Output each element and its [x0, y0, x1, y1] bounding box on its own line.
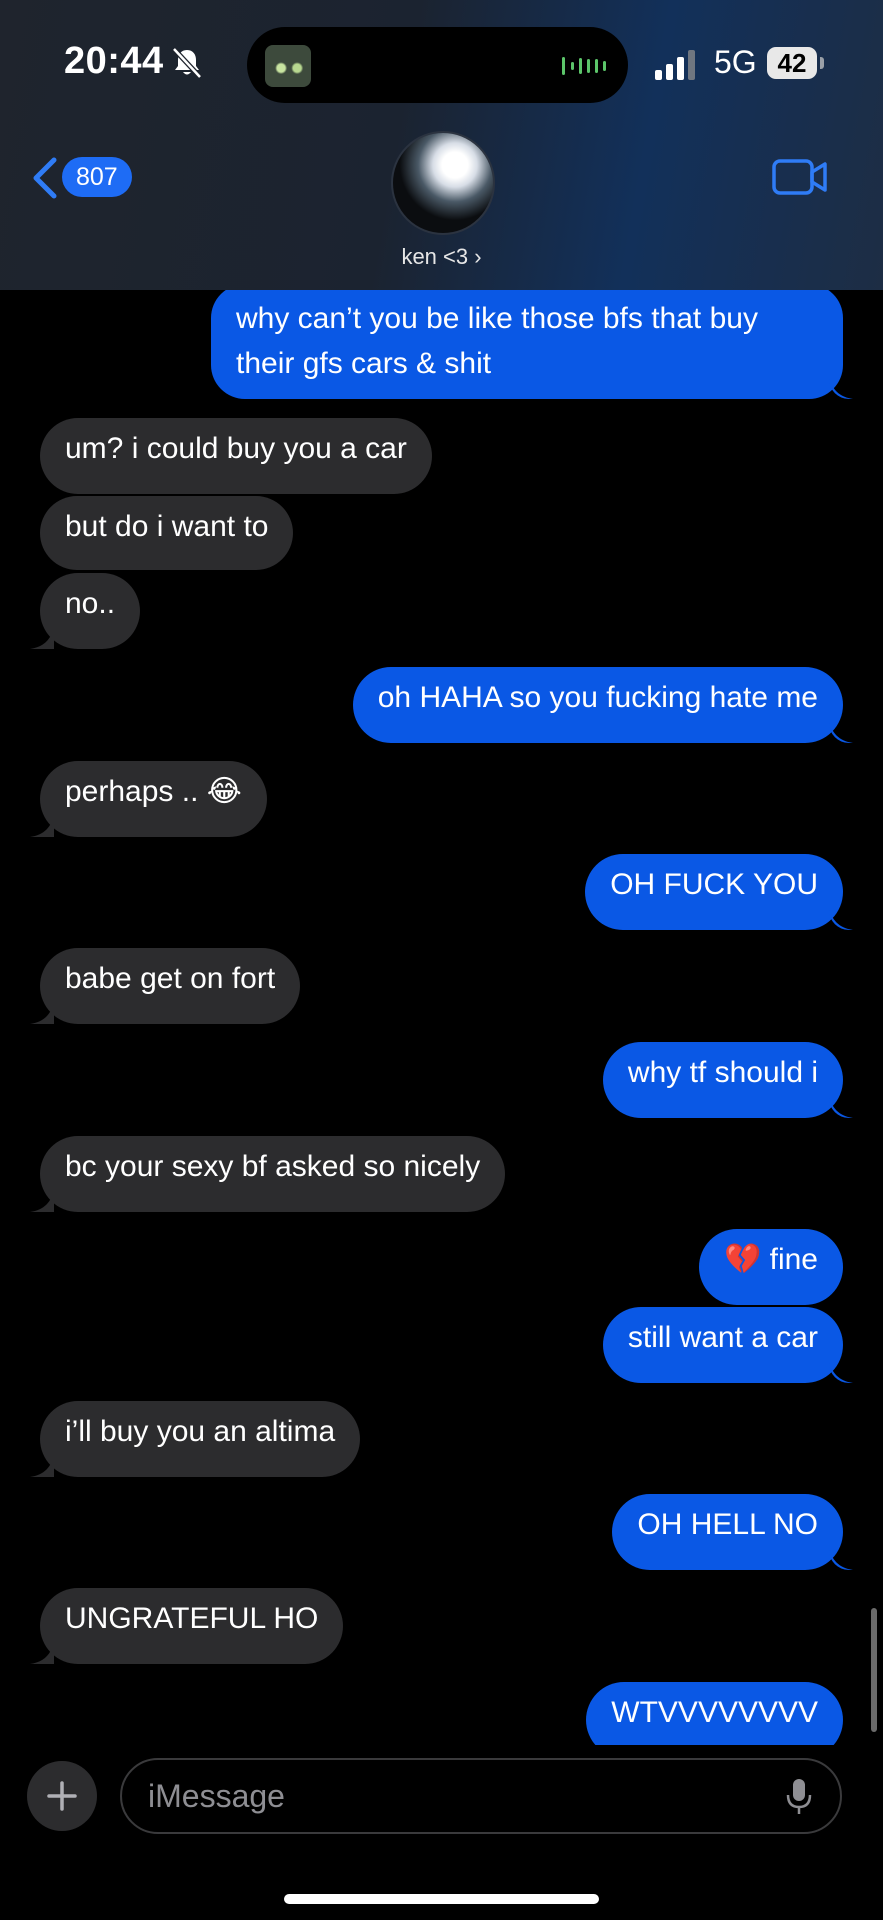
message-text: OH FUCK YOU — [610, 868, 818, 901]
conversation-header: 20:44 5G 42 807 ken <3 › — [0, 0, 883, 290]
microphone-icon[interactable] — [786, 1778, 812, 1816]
message-received[interactable]: babe get on fort — [40, 948, 301, 1024]
message-sent[interactable]: 💔 fine — [698, 1229, 843, 1305]
message-text: OH HELL NO — [637, 1508, 818, 1541]
message-text: UNGRATEFUL HO — [65, 1602, 319, 1635]
message-text: WTVVVVVVVV — [611, 1696, 818, 1729]
message-sent[interactable]: oh HAHA so you fucking hate me — [352, 667, 843, 743]
message-sent[interactable]: still want a car — [602, 1307, 843, 1383]
message-text: perhaps .. 😂 — [65, 775, 242, 808]
message-received[interactable]: bc your sexy bf asked so nicely — [40, 1136, 506, 1212]
message-text: babe get on fort — [65, 962, 276, 995]
message-text: why can’t you be like those bfs that buy — [236, 302, 758, 335]
chevron-left-icon[interactable] — [30, 156, 60, 200]
scroll-indicator[interactable] — [871, 1608, 877, 1732]
message-text: still want a car — [627, 1321, 818, 1354]
network-type: 5G — [714, 44, 757, 80]
status-time: 20:44 — [64, 40, 164, 82]
messages-screen: why can’t you be like those bfs that buy… — [0, 0, 883, 1920]
message-text: bc your sexy bf asked so nicely — [65, 1150, 481, 1183]
message-input[interactable]: iMessage — [120, 1758, 842, 1834]
message-received[interactable]: but do i want to — [40, 496, 294, 570]
battery-tip — [820, 57, 824, 69]
bell-slash-icon — [172, 47, 202, 79]
message-text: oh HAHA so you fucking hate me — [377, 681, 818, 714]
message-sent[interactable]: OH FUCK YOU — [585, 854, 843, 930]
plus-icon — [47, 1781, 77, 1811]
message-received[interactable]: um? i could buy you a car — [40, 418, 432, 494]
contact-name[interactable]: ken <3 › — [0, 244, 883, 270]
message-sent[interactable]: why can’t you be like those bfs that buy… — [211, 284, 843, 399]
video-camera-icon[interactable] — [772, 157, 828, 197]
message-text: but do i want to — [65, 510, 269, 543]
home-indicator[interactable] — [284, 1894, 599, 1904]
audio-waveform-icon — [562, 57, 606, 75]
back-unread-count[interactable]: 807 — [62, 157, 132, 197]
avatar[interactable] — [391, 131, 495, 235]
message-received[interactable]: i’ll buy you an altima — [40, 1401, 361, 1477]
message-received[interactable]: UNGRATEFUL HO — [40, 1588, 344, 1664]
message-sent[interactable]: OH HELL NO — [612, 1494, 843, 1570]
dynamic-island[interactable] — [247, 27, 628, 103]
compose-bar: iMessage — [0, 1745, 883, 1920]
apps-plus-button[interactable] — [27, 1761, 97, 1831]
message-text: no.. — [65, 587, 116, 620]
cellular-signal-icon — [655, 50, 695, 80]
message-received[interactable]: no.. — [40, 573, 141, 649]
battery-indicator: 42 — [767, 47, 817, 79]
now-playing-artwork — [265, 45, 311, 87]
message-text: i’ll buy you an altima — [65, 1415, 336, 1448]
message-text: um? i could buy you a car — [65, 432, 407, 465]
message-sent[interactable]: why tf should i — [602, 1042, 843, 1118]
message-text: 💔 fine — [723, 1243, 818, 1276]
message-input-placeholder: iMessage — [148, 1778, 285, 1814]
message-text: why tf should i — [627, 1056, 818, 1089]
message-sent[interactable]: WTVVVVVVVV — [586, 1682, 843, 1745]
message-received[interactable]: perhaps .. 😂 — [40, 761, 267, 837]
message-text: their gfs cars & shit — [236, 347, 492, 380]
